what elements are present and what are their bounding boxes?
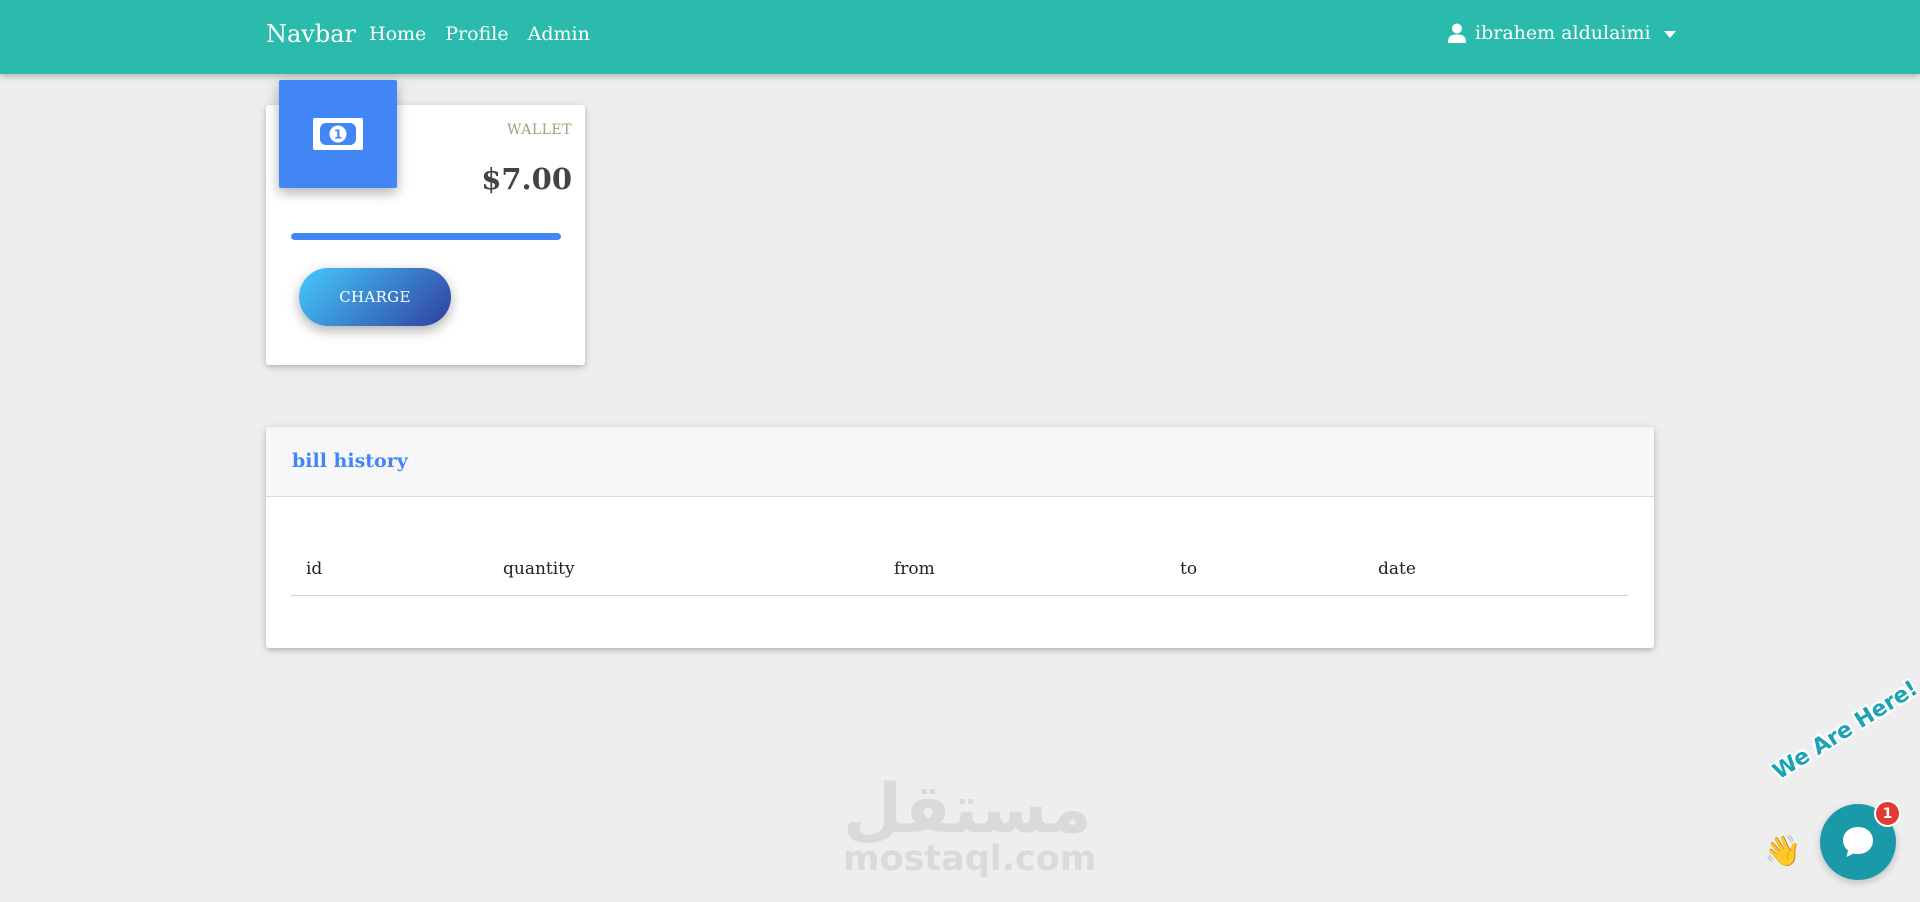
svg-text:1: 1 <box>334 128 342 142</box>
column-header-quantity: quantity <box>503 559 575 579</box>
waving-hand-icon: 👋 <box>1764 834 1802 869</box>
bill-history-card: bill history id quantity from to date <box>266 427 1654 648</box>
wallet-balance: $7.00 <box>481 162 572 196</box>
wallet-progress-fill <box>291 233 561 240</box>
mostaql-watermark: مستقل mostaql.com <box>843 770 1097 880</box>
column-header-id: id <box>306 559 323 579</box>
bill-history-header: bill history <box>266 427 1654 497</box>
nav-link-profile[interactable]: Profile <box>445 23 508 45</box>
chat-bubble-icon <box>1843 827 1873 857</box>
user-name: ibrahem aldulaimi <box>1475 22 1651 44</box>
column-header-to: to <box>1180 559 1198 579</box>
table-header-row: id quantity from to date <box>291 548 1628 596</box>
column-header-from: from <box>894 559 935 579</box>
chevron-down-icon <box>1663 30 1676 38</box>
notification-badge: 1 <box>1874 800 1901 827</box>
chat-widget: We Are Here! 👋 1 <box>1760 676 1920 902</box>
nav-link-home[interactable]: Home <box>369 23 426 45</box>
navbar-brand[interactable]: Navbar <box>266 20 356 48</box>
column-header-date: date <box>1378 559 1416 579</box>
watermark-arabic: مستقل <box>843 770 1092 849</box>
bill-history-title: bill history <box>292 450 408 472</box>
nav-links: Home Profile Admin <box>369 23 590 45</box>
navbar: Navbar Home Profile Admin ibrahem aldula… <box>0 0 1920 74</box>
watermark-latin: mostaql.com <box>843 839 1097 879</box>
bill-history-table: id quantity from to date <box>291 548 1628 596</box>
nav-link-admin[interactable]: Admin <box>528 23 590 45</box>
chat-tagline: We Are Here! <box>1768 676 1920 785</box>
charge-button[interactable]: CHARGE <box>299 268 451 326</box>
user-icon <box>1448 23 1466 43</box>
user-menu-dropdown[interactable]: ibrahem aldulaimi <box>1448 22 1676 44</box>
money-bill-icon: 1 <box>313 118 363 150</box>
wallet-label: WALLET <box>507 122 572 138</box>
wallet-progress-bar <box>291 233 561 240</box>
wallet-icon-box: 1 <box>279 80 397 188</box>
